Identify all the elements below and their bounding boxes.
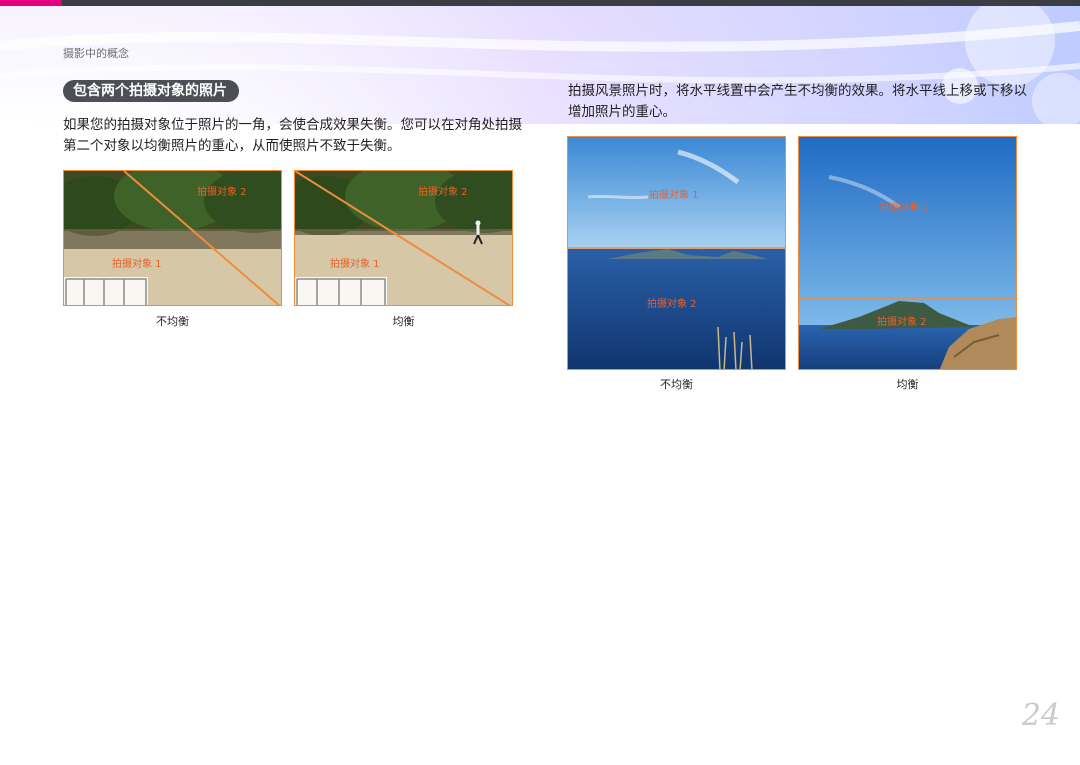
subject-1-label: 拍摄对象 1 <box>330 259 380 270</box>
section-title: 包含两个拍摄对象的照片 <box>63 80 239 102</box>
sea-photo-balanced: 拍摄对象 1 拍摄对象 2 <box>798 136 1017 370</box>
caption-field-balanced: 均衡 <box>392 315 415 328</box>
subject-2-label: 拍摄对象 2 <box>877 317 927 328</box>
subject-1-label: 拍摄对象 1 <box>879 203 929 214</box>
subject-2-label: 拍摄对象 2 <box>197 187 247 198</box>
caption-sea-unbalanced: 不均衡 <box>660 378 693 391</box>
breadcrumb: 摄影中的概念 <box>63 47 129 60</box>
field-photo-unbalanced: 拍摄对象 2 拍摄对象 1 <box>63 170 282 306</box>
subject-2-label: 拍摄对象 2 <box>647 299 697 310</box>
caption-sea-balanced: 均衡 <box>896 378 919 391</box>
page-number: 24 <box>1021 698 1060 733</box>
subject-2-label: 拍摄对象 2 <box>418 187 468 198</box>
subject-1-label: 拍摄对象 1 <box>649 190 699 201</box>
subject-1-label: 拍摄对象 1 <box>112 259 162 270</box>
right-paragraph: 拍摄风景照片时，将水平线置中会产生不均衡的效果。将水平线上移或下移以增加照片的重… <box>568 83 1027 120</box>
left-paragraph: 如果您的拍摄对象位于照片的一角，会使合成效果失衡。您可以在对角处拍摄第二个对象以… <box>63 117 522 154</box>
field-photo-balanced: 拍摄对象 2 拍摄对象 1 <box>294 170 513 306</box>
sea-photo-unbalanced: 拍摄对象 1 拍摄对象 2 <box>567 136 786 370</box>
caption-field-unbalanced: 不均衡 <box>156 315 189 328</box>
